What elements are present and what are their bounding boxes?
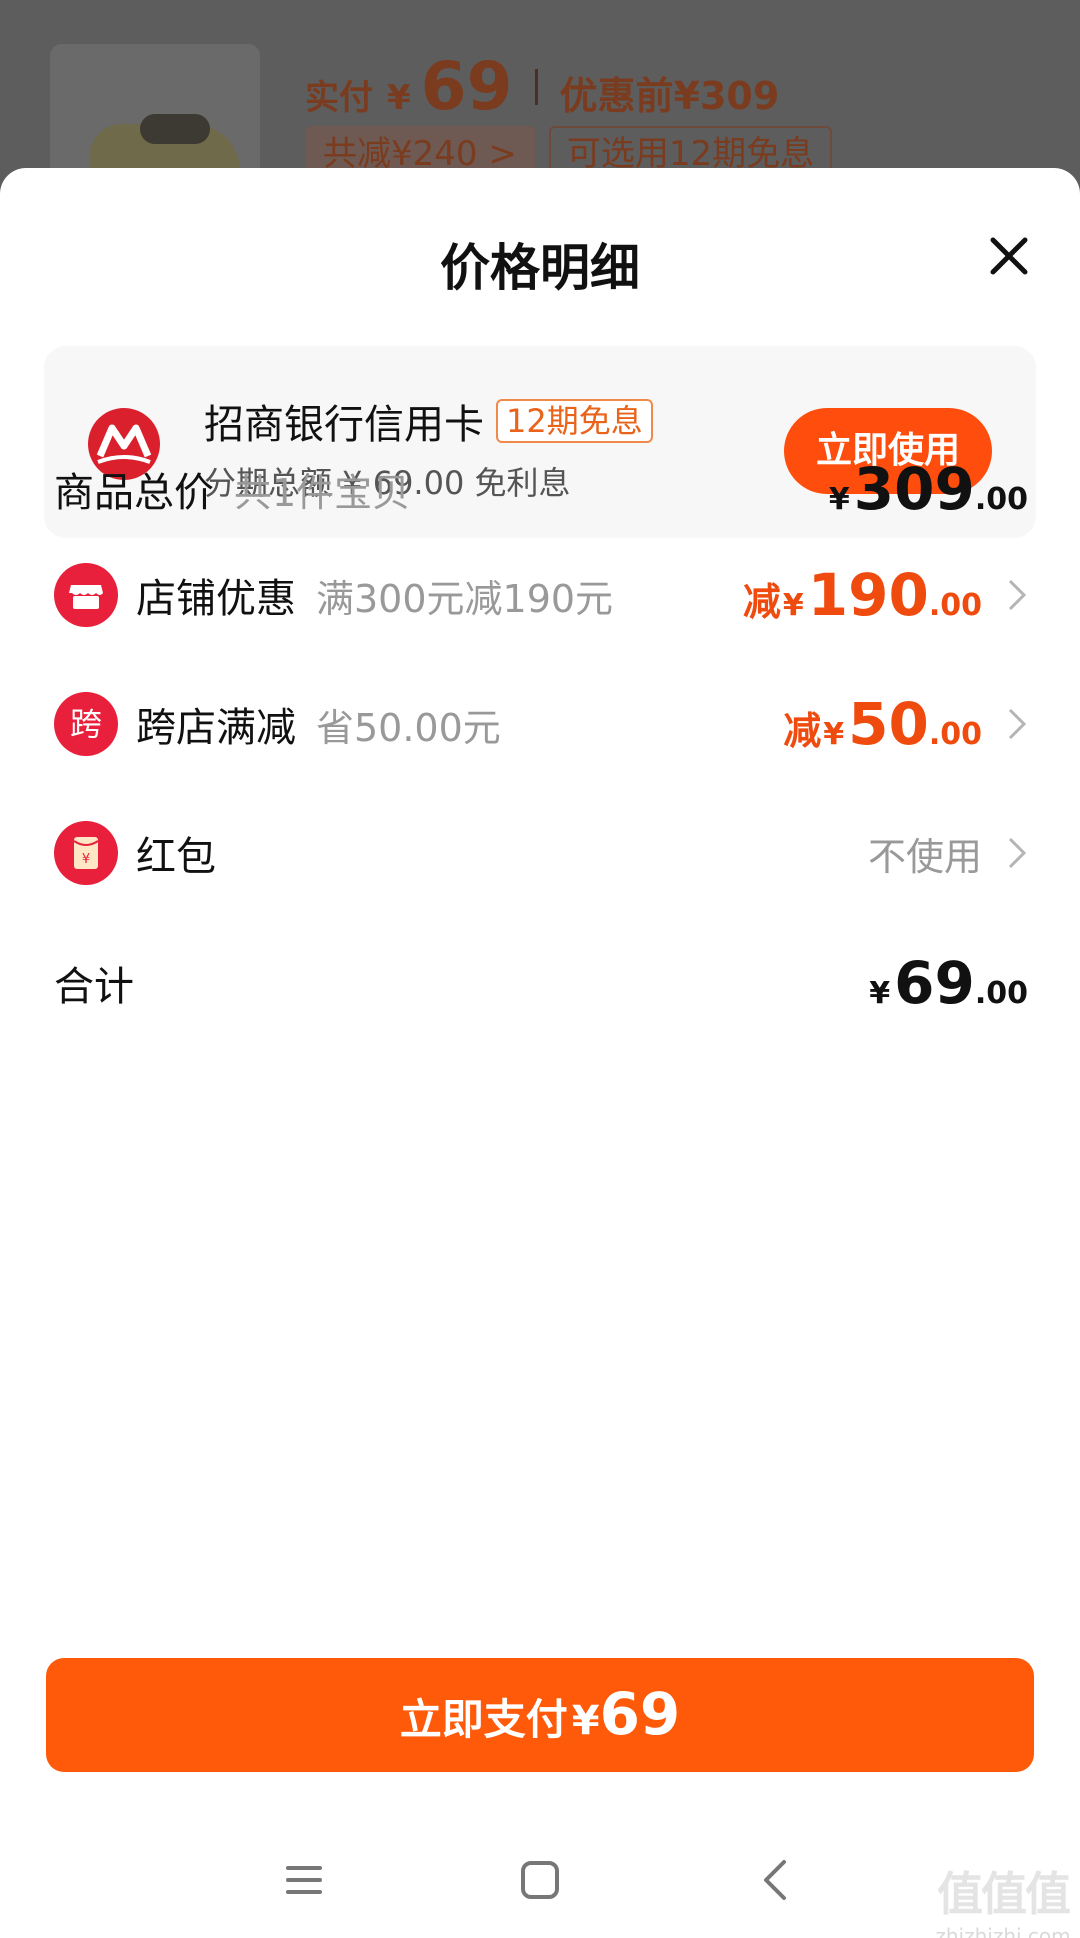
cross-store-icon: 跨 [54,692,118,756]
price-divider [534,68,538,105]
watermark-logo-text: 值值值 [937,1867,1071,1921]
background-price-row: 实付 ¥ 69 优惠前¥309 [305,48,779,125]
goods-total-row: 商品总价 共1件宝贝 ¥ 309 .00 [54,454,1028,524]
red-packet-status: 不使用 [867,834,982,879]
red-packet-label: 红包 [136,834,216,880]
shop-discount-row[interactable]: 店铺优惠 满300元减190元 减 ¥ 190 .00 [54,560,1028,630]
site-watermark: 值值值 zhizhizhi.com [928,1858,1078,1938]
goods-total-label: 商品总价 [54,470,214,516]
bank-name: 招商银行信用卡 [204,402,484,448]
pay-currency: ¥ [571,1698,600,1744]
chevron-right-icon [1008,837,1027,869]
product-thumbnail [50,44,260,184]
shop-icon [54,563,118,627]
chevron-right-icon [1008,579,1027,611]
sum-label: 合计 [54,964,134,1010]
price-detail-sheet: 价格明细 招商银行信用卡 12期免息 分期总额 ¥ 69.00 免利息 立即使用… [0,168,1080,1938]
goods-count-note: 共1件宝贝 [234,470,411,515]
paid-currency: ¥ [387,78,411,118]
cross-store-amount: 减 ¥ 50 .00 [783,690,982,758]
pay-now-label: 立即支付 [399,1695,568,1744]
red-packet-icon: ¥ [54,821,118,885]
cross-store-discount-row[interactable]: 跨 跨店满减 省50.00元 减 ¥ 50 .00 [54,689,1028,759]
paid-label: 实付 [305,78,373,118]
cross-store-label: 跨店满减 [136,705,296,751]
cross-store-note: 省50.00元 [316,705,501,750]
system-nav-bar [0,1820,1080,1938]
red-packet-row[interactable]: ¥ 红包 不使用 [54,818,1028,888]
sheet-title: 价格明细 [440,239,640,297]
close-icon[interactable] [985,232,1033,280]
paid-value: 69 [420,48,513,125]
pay-amount: 69 [599,1680,681,1748]
back-icon[interactable] [746,1850,806,1910]
watermark-url: zhizhizhi.com [935,1924,1071,1938]
pay-now-button[interactable]: 立即支付 ¥ 69 [46,1658,1034,1772]
shop-discount-amount: 减 ¥ 190 .00 [742,561,982,629]
background-product-header: 实付 ¥ 69 优惠前¥309 共减¥240 > 可选用12期免息 [0,0,1080,184]
chevron-right-icon [1008,708,1027,740]
svg-text:¥: ¥ [82,852,90,867]
before-discount-price: 优惠前¥309 [559,74,780,118]
shop-discount-label: 店铺优惠 [136,576,296,622]
home-icon[interactable] [510,1850,570,1910]
svg-text:跨: 跨 [70,705,102,743]
sum-row: 合计 ¥ 69 .00 [54,948,1028,1018]
installment-badge: 12期免息 [496,399,653,443]
shop-discount-note: 满300元减190元 [316,576,614,621]
sum-amount: ¥ 69 .00 [869,949,1028,1017]
goods-total-amount: ¥ 309 .00 [828,455,1028,523]
menu-icon[interactable] [274,1850,334,1910]
